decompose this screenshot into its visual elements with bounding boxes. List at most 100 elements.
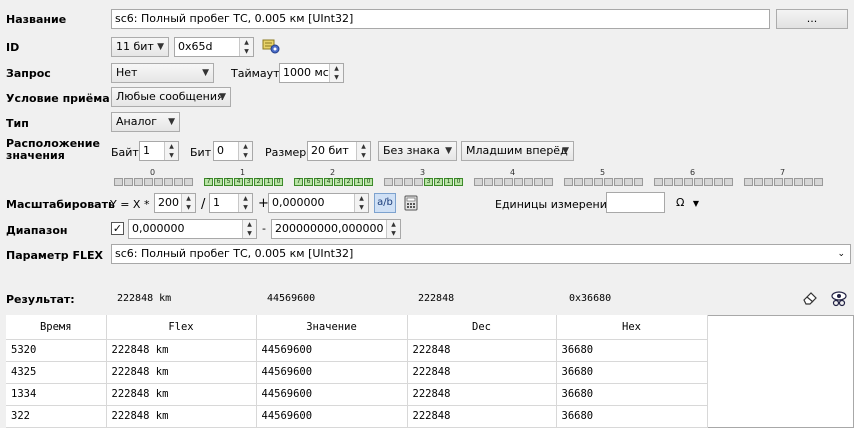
bit-cell[interactable] bbox=[394, 178, 403, 186]
bit-cell[interactable] bbox=[704, 178, 713, 186]
units-symbol-button[interactable]: Ω ▼ bbox=[676, 196, 699, 209]
bit-cell[interactable] bbox=[474, 178, 483, 186]
bit-cell[interactable]: 1 bbox=[444, 178, 453, 186]
bit-cell[interactable] bbox=[544, 178, 553, 186]
bit-cell[interactable] bbox=[174, 178, 183, 186]
bit-cell[interactable]: 6 bbox=[214, 178, 223, 186]
bit-cell[interactable] bbox=[114, 178, 123, 186]
range-min-input[interactable]: 0,000000 ▲ ▼ bbox=[128, 219, 257, 239]
bit-cell[interactable] bbox=[504, 178, 513, 186]
table-row[interactable]: 1334 222848 km 44569600 222848 36680 bbox=[6, 383, 708, 406]
bit-cell[interactable] bbox=[654, 178, 663, 186]
range-min-spinner[interactable]: ▲ ▼ bbox=[242, 220, 256, 238]
bit-cell[interactable] bbox=[594, 178, 603, 186]
bit-cell[interactable] bbox=[674, 178, 683, 186]
bit-cell[interactable] bbox=[694, 178, 703, 186]
bit-cell[interactable] bbox=[484, 178, 493, 186]
scale-divisor-input[interactable]: 1 ▲ ▼ bbox=[209, 193, 253, 213]
bit-cell[interactable] bbox=[754, 178, 763, 186]
bit-cell[interactable] bbox=[414, 178, 423, 186]
scale-offset-spinner[interactable]: ▲ ▼ bbox=[354, 194, 368, 212]
bit-cell[interactable] bbox=[574, 178, 583, 186]
calculator-icon[interactable] bbox=[404, 195, 418, 211]
column-header-dec[interactable]: Dec bbox=[407, 315, 557, 340]
id-value-input[interactable]: 0x65d ▲ ▼ bbox=[174, 37, 254, 57]
bit-cell[interactable]: 1 bbox=[264, 178, 273, 186]
bit-cell[interactable] bbox=[384, 178, 393, 186]
bit-cell[interactable]: 4 bbox=[324, 178, 333, 186]
scale-multiplier-spinner[interactable]: ▲ ▼ bbox=[181, 194, 195, 212]
eraser-icon[interactable] bbox=[802, 290, 818, 306]
bit-cell[interactable] bbox=[584, 178, 593, 186]
bit-cell[interactable]: 0 bbox=[274, 178, 283, 186]
bit-cell[interactable]: 3 bbox=[244, 178, 253, 186]
table-row[interactable]: 322 222848 km 44569600 222848 36680 bbox=[6, 405, 708, 428]
id-bits-select[interactable]: 11 бит ▼ bbox=[111, 37, 169, 57]
bit-cell[interactable] bbox=[814, 178, 823, 186]
type-select[interactable]: Аналог ▼ bbox=[111, 112, 180, 132]
id-calculator-icon[interactable] bbox=[262, 38, 280, 54]
scale-divisor-spinner[interactable]: ▲ ▼ bbox=[238, 194, 252, 212]
range-max-spinner[interactable]: ▲ ▼ bbox=[386, 220, 400, 238]
size-input[interactable]: 20 бит ▲ ▼ bbox=[307, 141, 371, 161]
range-checkbox[interactable]: ✓ bbox=[111, 222, 124, 235]
timeout-input[interactable]: 1000 мс ▲ ▼ bbox=[279, 63, 344, 83]
column-header-time[interactable]: Время bbox=[6, 315, 107, 340]
byte-order-select[interactable]: Младшим вперёд ▼ bbox=[461, 141, 574, 161]
bit-cell[interactable] bbox=[604, 178, 613, 186]
bit-cell[interactable]: 7 bbox=[294, 178, 303, 186]
bit-cell[interactable]: 6 bbox=[304, 178, 313, 186]
bit-input[interactable]: 0 ▲ ▼ bbox=[213, 141, 253, 161]
bit-cell[interactable]: 0 bbox=[364, 178, 373, 186]
bit-cell[interactable] bbox=[134, 178, 143, 186]
bit-cell[interactable] bbox=[154, 178, 163, 186]
fraction-toggle-icon[interactable]: a/b bbox=[374, 193, 396, 213]
bit-cell[interactable]: 2 bbox=[434, 178, 443, 186]
bit-cell[interactable]: 4 bbox=[234, 178, 243, 186]
browse-button[interactable]: ... bbox=[776, 9, 848, 29]
results-table[interactable]: Время Flex Значение Dec Hex 5320 222848 … bbox=[6, 315, 708, 428]
range-max-input[interactable]: 200000000,000000 ▲ ▼ bbox=[271, 219, 401, 239]
bit-cell[interactable] bbox=[804, 178, 813, 186]
bit-cell[interactable] bbox=[124, 178, 133, 186]
column-header-hex[interactable]: Hex bbox=[556, 315, 708, 340]
table-row[interactable]: 4325 222848 km 44569600 222848 36680 bbox=[6, 361, 708, 384]
bit-cell[interactable] bbox=[724, 178, 733, 186]
flex-param-select[interactable]: sc6: Полный пробег ТС, 0.005 км [UInt32]… bbox=[111, 244, 851, 264]
byte-input[interactable]: 1 ▲ ▼ bbox=[139, 141, 179, 161]
bit-cell[interactable]: 2 bbox=[344, 178, 353, 186]
column-header-flex[interactable]: Flex bbox=[106, 315, 257, 340]
bit-cell[interactable] bbox=[184, 178, 193, 186]
bit-cell[interactable] bbox=[664, 178, 673, 186]
bit-cell[interactable]: 5 bbox=[314, 178, 323, 186]
request-select[interactable]: Нет ▼ bbox=[111, 63, 214, 83]
receive-condition-select[interactable]: Любые сообщения ▼ bbox=[111, 87, 231, 107]
bit-cell[interactable]: 1 bbox=[354, 178, 363, 186]
bit-cell[interactable] bbox=[764, 178, 773, 186]
bit-cell[interactable] bbox=[774, 178, 783, 186]
table-row[interactable]: 5320 222848 km 44569600 222848 36680 bbox=[6, 339, 708, 362]
bit-cell[interactable] bbox=[144, 178, 153, 186]
bit-cell[interactable] bbox=[164, 178, 173, 186]
bit-spinner[interactable]: ▲ ▼ bbox=[238, 142, 252, 160]
bit-cell[interactable] bbox=[684, 178, 693, 186]
bit-cell[interactable] bbox=[634, 178, 643, 186]
bit-cell[interactable] bbox=[534, 178, 543, 186]
bit-cell[interactable]: 3 bbox=[424, 178, 433, 186]
bit-cell[interactable] bbox=[514, 178, 523, 186]
id-spinner[interactable]: ▲ ▼ bbox=[239, 38, 253, 56]
column-header-value[interactable]: Значение bbox=[256, 315, 408, 340]
bit-cell[interactable]: 2 bbox=[254, 178, 263, 186]
watch-icon[interactable] bbox=[830, 289, 848, 307]
bit-cell[interactable]: 3 bbox=[334, 178, 343, 186]
bit-cell[interactable] bbox=[714, 178, 723, 186]
bit-cell[interactable] bbox=[564, 178, 573, 186]
timeout-spinner[interactable]: ▲ ▼ bbox=[329, 64, 343, 82]
size-spinner[interactable]: ▲ ▼ bbox=[356, 142, 370, 160]
bit-cell[interactable] bbox=[744, 178, 753, 186]
bit-cell[interactable]: 7 bbox=[204, 178, 213, 186]
name-field[interactable]: sc6: Полный пробег ТС, 0.005 км [UInt32] bbox=[111, 9, 770, 29]
bit-cell[interactable] bbox=[614, 178, 623, 186]
byte-spinner[interactable]: ▲ ▼ bbox=[164, 142, 178, 160]
bit-cell[interactable]: 5 bbox=[224, 178, 233, 186]
